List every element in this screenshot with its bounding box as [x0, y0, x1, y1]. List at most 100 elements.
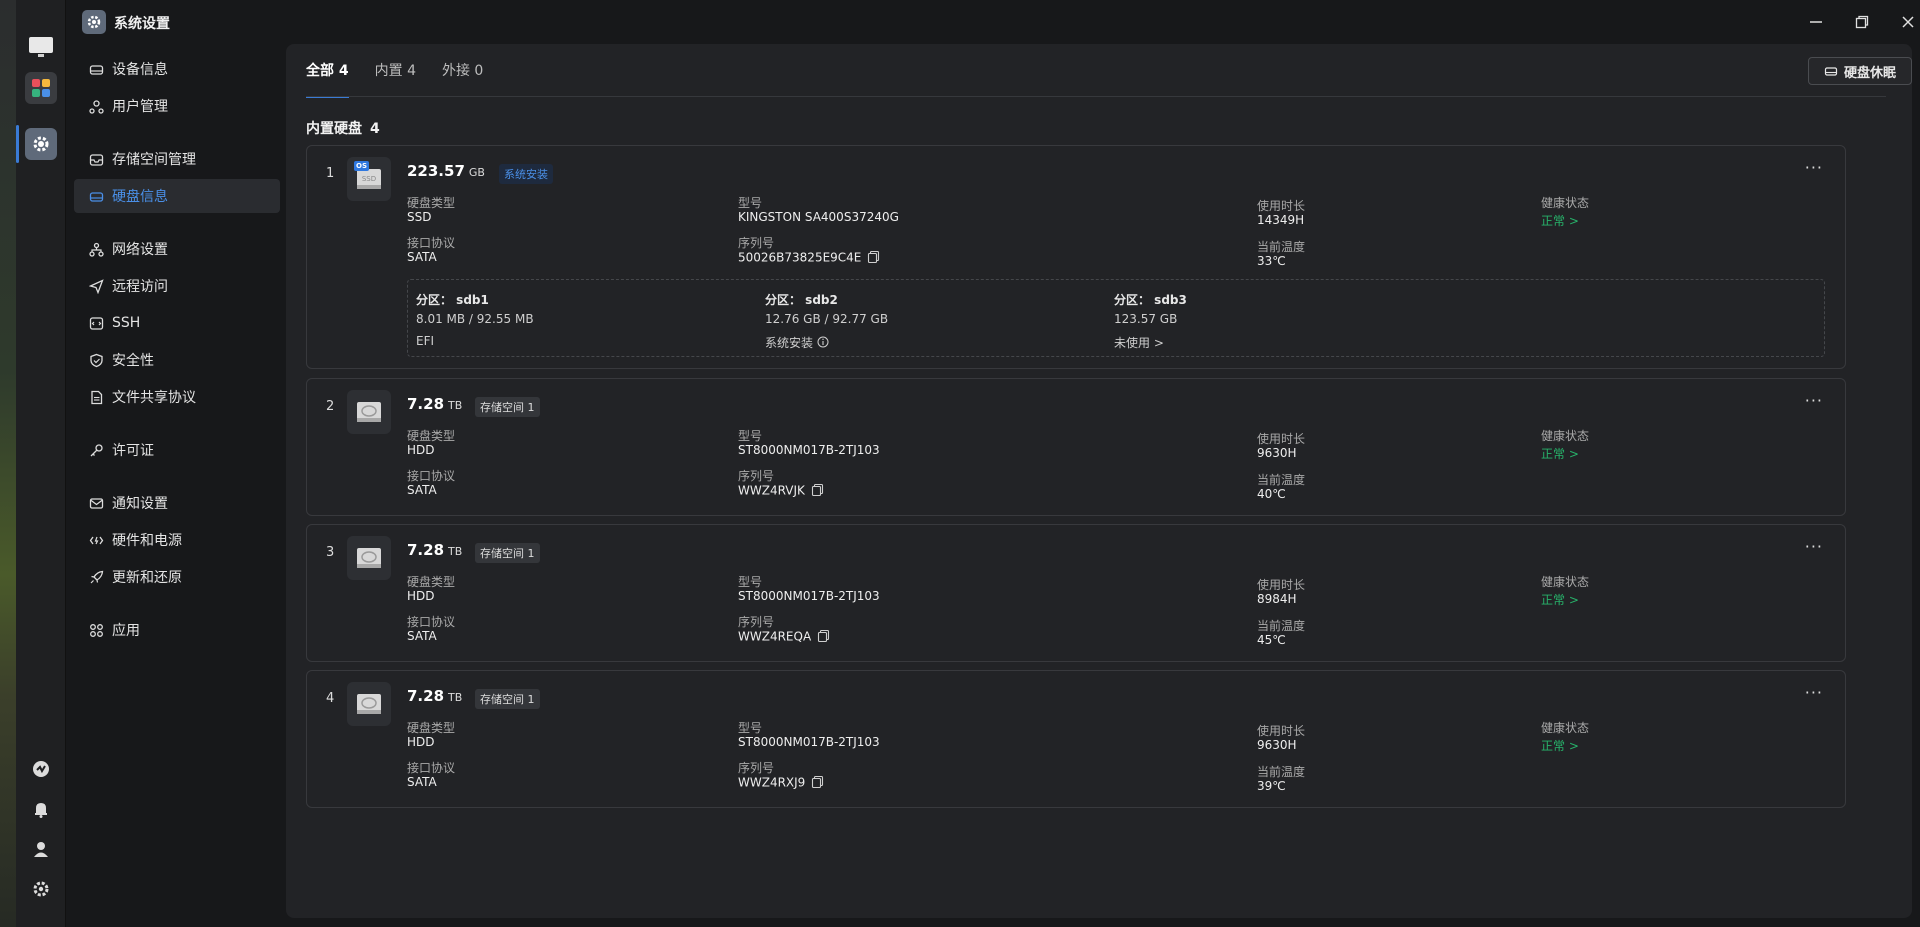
copy-icon[interactable]	[867, 250, 880, 266]
mail-icon	[88, 495, 104, 511]
sidebar-item-users[interactable]: 用户管理	[74, 89, 280, 123]
health-status-link[interactable]: 正常 >	[1541, 445, 1579, 462]
health-label: 健康状态	[1541, 721, 1590, 735]
more-options-button[interactable]: ···	[1805, 683, 1823, 702]
tab-internal[interactable]: 内置 4	[375, 44, 416, 96]
partition-size: 12.76 GB / 92.77 GB	[765, 312, 889, 326]
more-options-button[interactable]: ···	[1805, 537, 1823, 556]
user-icon[interactable]	[31, 839, 51, 859]
section-count: 4	[370, 121, 380, 137]
power-icon	[88, 532, 104, 548]
disk-index: 4	[326, 691, 335, 706]
sidebar-item-label: 硬盘信息	[112, 189, 168, 205]
minimize-button[interactable]	[1804, 10, 1828, 34]
disk-card[interactable]: 4 7.28 TB 存储空间 1 ··· 硬盘类型 HDD 接口协议 SATA 型…	[306, 670, 1846, 808]
tab-all[interactable]: 全部 4	[306, 44, 349, 98]
sidebar-item-device-info[interactable]: 设备信息	[74, 52, 280, 86]
sidebar-item-ssh[interactable]: SSH	[74, 306, 280, 340]
storage-icon	[88, 151, 104, 167]
sidebar-item-label: 文件共享协议	[112, 390, 196, 406]
more-options-button[interactable]: ···	[1805, 158, 1823, 177]
sidebar-item-hardware-power[interactable]: 硬件和电源	[74, 523, 280, 557]
disk-card[interactable]: 1 SSD OS 223.57 GB 系统安装 ··· 硬盘类型 SSD 接口协议…	[306, 145, 1846, 369]
partition-list: 分区： sdb1 8.01 MB / 92.55 MB EFI 分区： sdb2…	[407, 279, 1825, 357]
gear-icon[interactable]	[31, 879, 51, 899]
partition-size: 123.57 GB	[1114, 312, 1178, 326]
sidebar-item-apps[interactable]: 应用	[74, 613, 280, 647]
copy-icon[interactable]	[811, 483, 824, 499]
bell-icon[interactable]	[31, 799, 51, 819]
tab-external[interactable]: 外接 0	[442, 44, 483, 96]
partition-size: 8.01 MB / 92.55 MB	[416, 312, 534, 326]
disk-card[interactable]: 2 7.28 TB 存储空间 1 ··· 硬盘类型 HDD 接口协议 SATA 型…	[306, 378, 1846, 516]
disk-capacity: 7.28 TB	[407, 687, 462, 705]
key-icon	[88, 442, 104, 458]
type-label: 硬盘类型	[407, 575, 456, 589]
health-status-link[interactable]: 正常 >	[1541, 212, 1579, 229]
tabs-divider	[306, 96, 1886, 97]
model-label: 型号	[738, 721, 763, 735]
sidebar-item-label: 通知设置	[112, 496, 168, 512]
partition-name: 分区： sdb2	[765, 293, 838, 307]
close-button[interactable]	[1896, 10, 1920, 34]
serial-field: 50026B73825E9C4E	[738, 250, 880, 266]
disk-index: 1	[326, 166, 335, 181]
capacity-unit: GB	[468, 166, 485, 179]
serial-label: 序列号	[738, 469, 775, 483]
storage-pool-badge: 存储空间 1	[475, 397, 540, 417]
dock-status-icon[interactable]	[31, 759, 51, 779]
model-label: 型号	[738, 575, 763, 589]
window-title: 系统设置	[114, 16, 170, 32]
sidebar-item-remote-access[interactable]: 远程访问	[74, 269, 280, 303]
sidebar-item-notifications[interactable]: 通知设置	[74, 486, 280, 520]
partition-unused-link[interactable]: 未使用 >	[1114, 334, 1164, 351]
health-label: 健康状态	[1541, 575, 1590, 589]
settings-app-icon	[82, 10, 106, 34]
disk-filter-tabs: 全部 4 内置 4 外接 0	[306, 44, 509, 98]
hours-value: 8984H	[1257, 592, 1297, 606]
disk-sleep-button[interactable]: 硬盘休眠	[1808, 57, 1912, 85]
capacity-unit: TB	[448, 691, 463, 704]
serial-value: WWZ4RVJK	[738, 483, 805, 498]
type-value: SSD	[407, 210, 432, 224]
sidebar-item-license[interactable]: 许可证	[74, 433, 280, 467]
copy-icon[interactable]	[811, 775, 824, 791]
sidebar-item-storage[interactable]: 存储空间管理	[74, 142, 280, 176]
sidebar-item-label: 设备信息	[112, 62, 168, 78]
sidebar-item-security[interactable]: 安全性	[74, 343, 280, 377]
terminal-icon	[88, 315, 104, 331]
health-status-link[interactable]: 正常 >	[1541, 737, 1579, 754]
sidebar-item-network[interactable]: 网络设置	[74, 232, 280, 266]
sidebar-item-label: 安全性	[112, 353, 154, 369]
section-title: 内置硬盘 4	[306, 118, 380, 138]
protocol-label: 接口协议	[407, 615, 456, 629]
health-status-link[interactable]: 正常 >	[1541, 591, 1579, 608]
partition-name: 分区： sdb1	[416, 293, 489, 307]
disk-index: 2	[326, 399, 335, 414]
protocol-value: SATA	[407, 629, 437, 643]
disk-sleep-icon	[1824, 64, 1838, 78]
app-dock	[16, 0, 66, 927]
storage-pool-badge: 存储空间 1	[475, 689, 540, 709]
hours-label: 使用时长	[1257, 432, 1306, 446]
info-icon[interactable]	[817, 336, 829, 351]
dock-settings-icon[interactable]	[25, 128, 57, 160]
users-icon	[88, 98, 104, 114]
sidebar-item-disk-info[interactable]: 硬盘信息	[74, 179, 280, 213]
sidebar-item-update-restore[interactable]: 更新和还原	[74, 560, 280, 594]
serial-label: 序列号	[738, 236, 775, 250]
sidebar-item-label: 硬件和电源	[112, 533, 182, 549]
dock-desktop-icon[interactable]	[25, 31, 57, 63]
serial-value: WWZ4RXJ9	[738, 775, 806, 790]
copy-icon[interactable]	[817, 629, 830, 645]
dock-apps-icon[interactable]	[25, 72, 57, 104]
serial-field: WWZ4REQA	[738, 629, 830, 645]
sidebar-item-file-sharing[interactable]: 文件共享协议	[74, 380, 280, 414]
serial-label: 序列号	[738, 761, 775, 775]
temp-value: 40℃	[1257, 487, 1286, 501]
maximize-button[interactable]	[1850, 10, 1874, 34]
more-options-button[interactable]: ···	[1805, 391, 1823, 410]
network-icon	[88, 241, 104, 257]
disk-card[interactable]: 3 7.28 TB 存储空间 1 ··· 硬盘类型 HDD 接口协议 SATA 型…	[306, 524, 1846, 662]
temp-value: 45℃	[1257, 633, 1286, 647]
